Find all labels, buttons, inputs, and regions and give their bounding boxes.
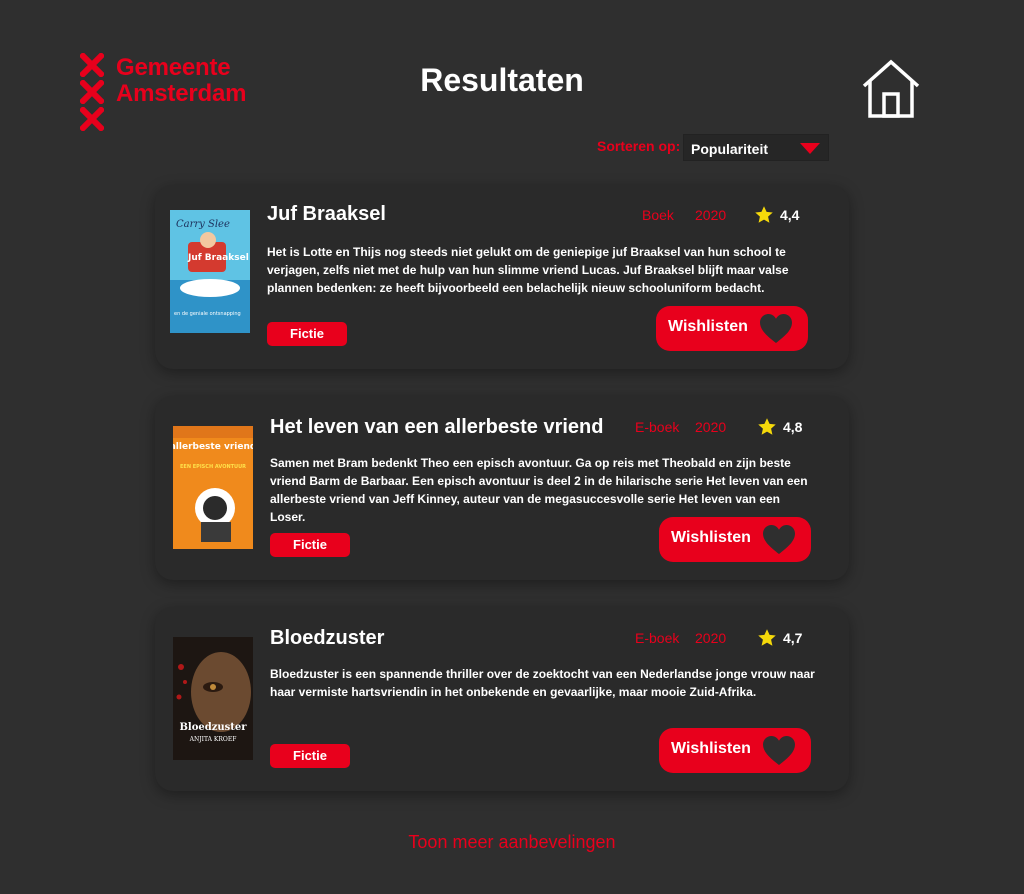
rating-value: 4,7: [783, 630, 803, 646]
result-card: Carry Slee Juf Braaksel en de geniale on…: [155, 185, 849, 369]
book-description: Bloedzuster is een spannende thriller ov…: [270, 667, 815, 699]
chevron-down-icon: [800, 143, 820, 154]
sort-label: Sorteren op:: [597, 138, 681, 154]
book-year: 2020: [695, 207, 727, 223]
cover-author: ANJITA KROEF: [189, 736, 237, 743]
heart-icon: [763, 736, 795, 765]
heart-icon: [760, 314, 792, 343]
wishlist-label: Wishlisten: [671, 740, 751, 757]
genre-badge[interactable]: Fictie: [267, 322, 347, 346]
book-title[interactable]: Juf Braaksel: [267, 203, 386, 226]
show-more-link[interactable]: Toon meer aanbevelingen: [0, 832, 1024, 853]
page-title: Resultaten: [420, 62, 584, 98]
genre-badge[interactable]: Fictie: [270, 744, 350, 768]
home-icon: [862, 59, 920, 118]
book-type: Boek: [642, 207, 674, 223]
cover-subtitle: en de geniale ontsnapping: [174, 311, 241, 317]
rating-value: 4,4: [780, 207, 800, 223]
cover-title: Juf Braaksel: [187, 253, 249, 263]
cover-title: Bloedzuster: [179, 722, 247, 733]
wishlist-label: Wishlisten: [668, 318, 748, 335]
cover-author: Carry Slee: [176, 219, 230, 230]
book-description: Het is Lotte en Thijs nog steeds niet ge…: [267, 245, 789, 295]
book-cover[interactable]: allerbeste vriend EEN EPISCH AVONTUUR: [173, 426, 253, 549]
book-type: E-boek: [635, 419, 680, 435]
book-title[interactable]: Het leven van een allerbeste vriend: [270, 416, 604, 439]
heart-icon: [763, 525, 795, 554]
cover-title: allerbeste vriend: [173, 442, 253, 452]
star-icon: [758, 629, 776, 646]
wishlist-button[interactable]: Wishlisten: [659, 517, 811, 562]
rating-value: 4,8: [783, 419, 803, 435]
sort-selected-value: Populariteit: [691, 141, 769, 157]
wishlist-button[interactable]: Wishlisten: [656, 306, 808, 351]
wishlist-label: Wishlisten: [671, 529, 751, 546]
results-page: Gemeente Amsterdam Resultaten Sorteren o…: [0, 0, 1024, 894]
result-card: allerbeste vriend EEN EPISCH AVONTUUR He…: [155, 396, 849, 580]
cross-icon: [80, 107, 104, 131]
book-title[interactable]: Bloedzuster: [270, 627, 384, 650]
book-type: E-boek: [635, 630, 680, 646]
star-icon: [758, 418, 776, 435]
wishlist-button[interactable]: Wishlisten: [659, 728, 811, 773]
star-icon: [755, 206, 773, 223]
book-year: 2020: [695, 419, 727, 435]
sort-dropdown[interactable]: Populariteit: [683, 134, 829, 161]
book-description: Samen met Bram bedenkt Theo een episch a…: [270, 456, 808, 524]
book-year: 2020: [695, 630, 727, 646]
home-button[interactable]: [860, 58, 922, 120]
book-cover[interactable]: Carry Slee Juf Braaksel en de geniale on…: [170, 210, 250, 333]
cover-subtitle: EEN EPISCH AVONTUUR: [180, 464, 246, 470]
genre-badge[interactable]: Fictie: [270, 533, 350, 557]
result-card: Bloedzuster ANJITA KROEF Bloedzuster E-b…: [155, 607, 849, 791]
book-cover[interactable]: Bloedzuster ANJITA KROEF: [173, 637, 253, 760]
